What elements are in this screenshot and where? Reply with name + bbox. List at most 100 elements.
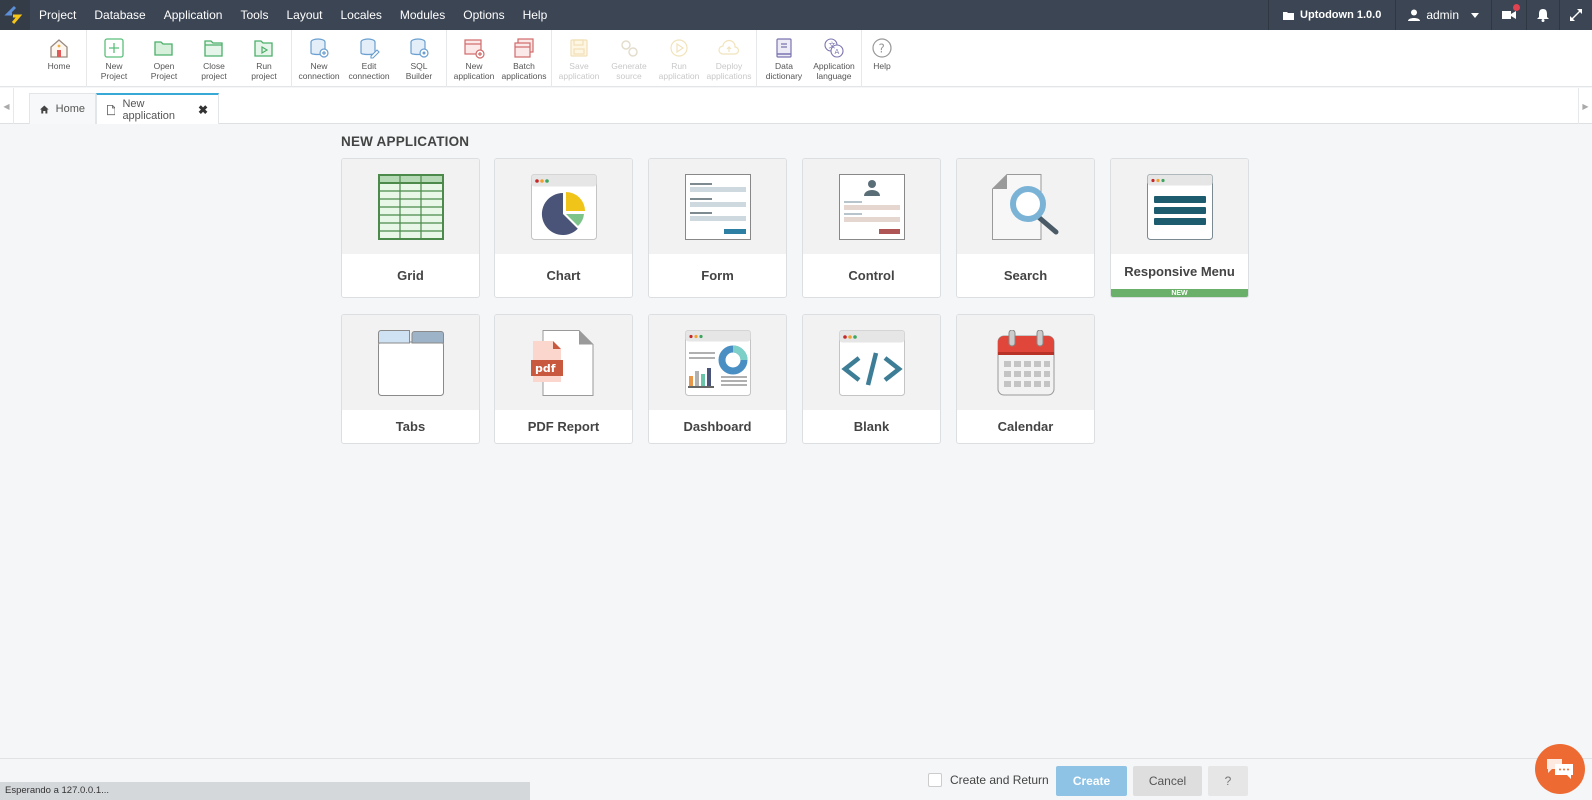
menu-modules[interactable]: Modules [391,8,454,22]
open-project-icon [154,41,173,56]
card-label: Calendar [997,418,1054,434]
app-logo[interactable] [0,0,30,30]
toolbar-group-build: Save application Generate source Run app… [552,30,757,87]
app-type-responsive-menu[interactable]: Responsive Menu NEW [1110,158,1249,298]
home-icon [50,39,68,58]
menu-project[interactable]: Project [30,8,85,22]
toolbar-sql-builder-button[interactable]: SQL Builder [394,30,444,87]
toolbar-new-connection-button[interactable]: New connection [294,30,344,87]
help-button[interactable]: ? [1208,766,1248,796]
toolbar-new-application-button[interactable]: New application [449,30,499,87]
menu-tools[interactable]: Tools [231,8,277,22]
menu-help[interactable]: Help [514,8,557,22]
user-menu[interactable]: admin [1395,0,1491,30]
app-type-form[interactable]: Form [648,158,787,298]
fullscreen-button[interactable] [1559,0,1592,30]
bell-icon [1537,8,1549,22]
card-label: Dashboard [683,418,752,434]
toolbar-run-application-button[interactable]: Run application [654,30,704,87]
new-connection-icon [310,38,329,58]
close-tab-icon[interactable]: ✖ [198,103,208,117]
project-selector[interactable]: Uptodown 1.0.0 [1268,0,1395,30]
toolbar-new-project-button[interactable]: New Project [89,30,139,87]
menu-application[interactable]: Application [155,8,232,22]
toolbar-generate-source-button[interactable]: Generate source [604,30,654,87]
toolbar-home-button[interactable]: Home [34,30,84,87]
home-icon [40,105,49,113]
toolbar-edit-connection-button[interactable]: Edit connection [344,30,394,87]
form-icon [684,173,751,240]
menu-options[interactable]: Options [454,8,513,22]
app-type-control[interactable]: Control [802,158,941,298]
tab-home[interactable]: Home [29,93,96,124]
toolbar-close-project-button[interactable]: Close project [189,30,239,87]
toolbar-data-dictionary-button[interactable]: Data dictionary [759,30,809,87]
toolbar-batch-applications-button[interactable]: Batch applications [499,30,549,87]
status-bar: Esperando a 127.0.0.1... [0,782,530,800]
toolbar-save-application-button[interactable]: Save application [554,30,604,87]
card-label: PDF Report [527,418,600,434]
menu-database[interactable]: Database [85,8,154,22]
app-type-tabs[interactable]: Tabs [341,314,480,444]
card-label: Chart [546,267,581,283]
main-content: NEW APPLICATION Grid Chart Form Control … [0,124,1592,758]
tab-scroll-right[interactable]: ▶ [1578,88,1592,124]
run-project-icon [254,40,273,57]
new-project-icon [104,38,124,58]
toolbar-group-help: ? Help [862,30,902,87]
tab-scroll-left[interactable]: ◀ [0,88,14,124]
app-type-dashboard[interactable]: Dashboard [648,314,787,444]
control-icon [838,173,905,240]
toolbar-deploy-applications-button[interactable]: Deploy applications [704,30,754,87]
create-and-return-checkbox[interactable] [928,773,942,787]
card-label: Control [848,267,895,283]
pdf-report-icon: pdf [530,329,593,396]
chat-button[interactable] [1535,744,1585,794]
app-type-chart[interactable]: Chart [494,158,633,298]
grid-icon [377,173,444,240]
svg-text:?: ? [879,42,885,56]
toolbar-group-dictionary: Data dictionary 文A Application language [757,30,862,87]
video-button[interactable] [1491,0,1526,30]
menubar: Project Database Application Tools Layou… [0,0,1592,30]
tab-home-label: Home [55,103,85,115]
responsive-menu-icon [1146,173,1213,240]
user-name: admin [1426,8,1459,22]
batch-applications-icon [514,38,534,58]
dashboard-icon [684,329,751,396]
toolbar-group-application: New application Batch applications [447,30,552,87]
toolbar-help-button[interactable]: ? Help [864,30,900,87]
create-and-return-label: Create and Return [950,773,1049,787]
tabs-icon [377,329,444,396]
toolbar-run-project-button[interactable]: Run project [239,30,289,87]
cancel-button[interactable]: Cancel [1133,766,1202,796]
menu-locales[interactable]: Locales [332,8,391,22]
search-icon [991,173,1058,240]
new-application-icon [464,39,485,59]
svg-text:A: A [835,48,840,56]
chart-icon [530,173,597,240]
app-type-blank[interactable]: Blank [802,314,941,444]
help-icon: ? [872,38,892,58]
app-type-calendar[interactable]: Calendar [956,314,1095,444]
notification-dot [1513,4,1520,11]
sql-builder-icon [410,38,429,58]
app-type-grid[interactable]: Grid [341,158,480,298]
close-project-icon [204,40,223,57]
toolbar-group-project: New Project Open Project Close project R… [87,30,292,87]
blank-icon [838,329,905,396]
toolbar-application-language-button[interactable]: 文A Application language [809,30,859,87]
toolbar: Home New Project Open Project Close proj… [0,30,1592,87]
app-type-search[interactable]: Search [956,158,1095,298]
create-and-return-option[interactable]: Create and Return [928,773,1049,787]
user-icon [1408,9,1421,21]
app-type-pdf-report[interactable]: pdf PDF Report [494,314,633,444]
page-title: NEW APPLICATION [341,134,470,149]
card-label: Tabs [395,418,426,434]
notifications-button[interactable] [1526,0,1559,30]
menu-layout[interactable]: Layout [277,8,331,22]
toolbar-open-project-button[interactable]: Open Project [139,30,189,87]
create-button[interactable]: Create [1056,766,1127,796]
deploy-applications-icon [718,39,740,55]
tab-new-application[interactable]: New application ✖ [96,93,219,124]
